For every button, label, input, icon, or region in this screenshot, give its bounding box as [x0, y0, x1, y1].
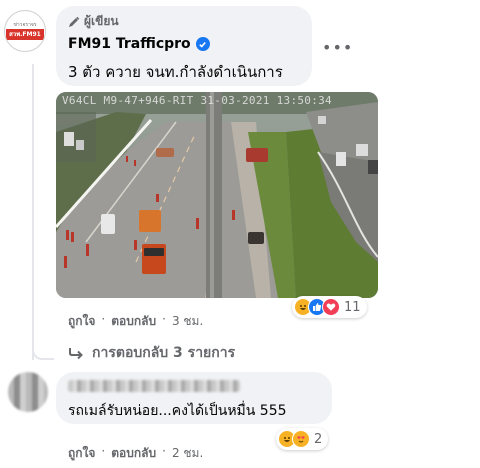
reply-arrow-icon: [69, 348, 83, 359]
avatar-top-text: ข่าวจราจร: [13, 22, 37, 28]
author-badge-label: ผู้เขียน: [84, 14, 119, 28]
thread-elbow: [32, 340, 54, 360]
pen-icon: [69, 16, 80, 27]
view-replies-link[interactable]: การตอบกลับ 3 รายการ: [68, 342, 235, 364]
reaction-summary[interactable]: 11: [292, 296, 367, 318]
comment-timestamp[interactable]: 3 ชม.: [172, 312, 203, 331]
author-name[interactable]: FM91 Trafficpro: [68, 36, 191, 52]
comment-text: 3 ตัว ควาย จนท.กำลังดำเนินการ: [68, 63, 283, 81]
reply-reaction-summary[interactable]: 2: [276, 428, 329, 450]
comment-image[interactable]: V64CL M9-47+946-RIT 31-03-2021 13:50:34: [56, 92, 378, 298]
reply-text: รถเมล์รับหน่อย...คงได้เป็นหมื่น 555: [68, 403, 287, 419]
reply-reaction-count: 2: [314, 431, 323, 447]
camera-timestamp: V64CL M9-47+946-RIT 31-03-2021 13:50:34: [62, 94, 332, 107]
author-badge: ผู้เขียน: [68, 12, 119, 31]
reply-action[interactable]: ตอบกลับ: [111, 444, 156, 463]
reply-avatar[interactable]: [8, 372, 48, 412]
reply-action[interactable]: ตอบกลับ: [111, 312, 156, 331]
like-action[interactable]: ถูกใจ: [68, 312, 95, 331]
verified-badge-icon: [195, 37, 210, 51]
love-face-icon: [292, 430, 310, 448]
more-horizontal-icon[interactable]: •••: [322, 38, 353, 57]
thread-line: [32, 64, 34, 360]
like-action[interactable]: ถูกใจ: [68, 444, 95, 463]
avatar-brand-text: สวพ.FM91: [6, 29, 44, 40]
reply-actions: ถูกใจ · ตอบกลับ · 2 ชม.: [68, 444, 203, 463]
traffic-camera-scene: [56, 92, 378, 298]
reply-author-name-redacted: [68, 380, 240, 392]
separator-dot: ·: [101, 312, 106, 326]
separator-dot: ·: [162, 312, 166, 326]
love-icon: [322, 298, 340, 316]
author-avatar[interactable]: ข่าวจราจร สวพ.FM91: [4, 10, 46, 52]
author-name-row: FM91 Trafficpro: [68, 36, 210, 52]
separator-dot: ·: [101, 444, 106, 458]
reaction-count: 11: [344, 299, 361, 315]
separator-dot: ·: [162, 444, 166, 458]
view-replies-label: การตอบกลับ 3 รายการ: [92, 345, 236, 361]
reply-timestamp[interactable]: 2 ชม.: [172, 444, 203, 463]
comment-actions: ถูกใจ · ตอบกลับ · 3 ชม.: [68, 312, 203, 331]
